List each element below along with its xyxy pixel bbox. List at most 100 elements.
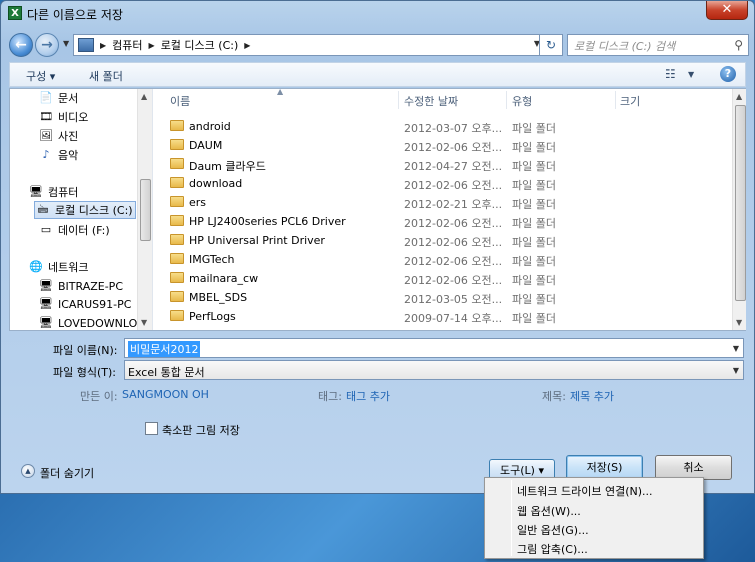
chevron-down-icon[interactable]: ▼	[733, 366, 739, 375]
file-type: 파일 폴더	[512, 141, 556, 154]
column-divider[interactable]	[615, 91, 616, 109]
save-thumbnail-label[interactable]: 축소판 그림 저장	[162, 422, 240, 438]
file-row[interactable]: HP LJ2400series PCL6 Driver 2012-02-06 오전…	[160, 212, 730, 231]
column-header-name[interactable]: 이름	[170, 93, 190, 109]
filetype-select[interactable]: Excel 통합 문서 ▼	[124, 360, 744, 380]
new-folder-button[interactable]: 새 폴더	[89, 68, 123, 84]
nav-data-drive[interactable]: ▭ 데이터 (F:)	[38, 221, 110, 239]
nav-scrollbar[interactable]: ▲ ▼	[137, 89, 152, 330]
file-row[interactable]: IMGTech 2012-02-06 오전... 파일 폴더	[160, 250, 730, 269]
nav-pc-icarus[interactable]: 🖥 ICARUS91-PC	[38, 295, 131, 313]
file-name: IMGTech	[189, 253, 235, 266]
nav-pc-lovedownload[interactable]: 🖥 LOVEDOWNLOA	[38, 314, 145, 330]
breadcrumb-local-disk[interactable]: 로컬 디스크 (C:)	[161, 37, 239, 53]
view-options-icon[interactable]: ☷	[665, 67, 676, 81]
nav-documents[interactable]: 📄 문서	[38, 89, 78, 107]
help-icon[interactable]: ?	[720, 66, 736, 82]
file-row[interactable]: download 2012-02-06 오전... 파일 폴더	[160, 174, 730, 193]
forward-button[interactable]: →	[35, 33, 59, 57]
file-type: 파일 폴더	[512, 179, 556, 192]
nav-pictures[interactable]: 🖼 사진	[38, 127, 78, 145]
hide-folders-button[interactable]: 폴더 숨기기	[40, 465, 94, 481]
chevron-right-icon[interactable]: ▶	[100, 41, 106, 50]
folder-icon	[170, 234, 184, 245]
scroll-down-icon[interactable]: ▼	[141, 318, 147, 327]
file-name: android	[189, 120, 231, 133]
menu-item-web-options[interactable]: 웹 옵션(W)...	[517, 503, 581, 519]
file-row[interactable]: Daum 클라우드 2012-04-27 오전... 파일 폴더	[160, 155, 730, 174]
nav-network[interactable]: 🌐 네트워크	[28, 258, 88, 276]
nav-item-label: 사진	[58, 130, 79, 143]
chevron-up-icon[interactable]: ▲	[21, 464, 35, 478]
organize-menu[interactable]: 구성 ▾	[26, 68, 55, 84]
save-form: 파일 이름(N): 비밀문서2012 ▼ 파일 형식(T): Excel 통합 …	[9, 332, 746, 492]
file-row[interactable]: PerfLogs 2009-07-14 오후... 파일 폴더	[160, 307, 730, 326]
filename-value: 비밀문서2012	[128, 341, 201, 357]
file-name: DAUM	[189, 139, 223, 152]
search-input[interactable]: 로컬 디스크 (C:) 검색 ⚲	[567, 34, 749, 56]
folder-icon	[170, 310, 184, 321]
address-bar[interactable]: ▶ 컴퓨터 ▶ 로컬 디스크 (C:) ▶ ▼	[73, 34, 547, 56]
author-value[interactable]: SANGMOON OH	[122, 388, 209, 401]
breadcrumb-computer[interactable]: 컴퓨터	[112, 37, 142, 53]
column-divider[interactable]	[398, 91, 399, 109]
file-row[interactable]: android 2012-03-07 오후... 파일 폴더	[160, 117, 730, 136]
network-icon: 🌐	[29, 260, 43, 273]
file-date: 2012-02-06 오전...	[404, 217, 503, 230]
tags-label: 태그:	[318, 390, 342, 403]
file-row[interactable]: mailnara_cw 2012-02-06 오전... 파일 폴더	[160, 269, 730, 288]
drive-icon: ▭	[40, 223, 52, 236]
title-add-link[interactable]: 제목 추가	[570, 388, 614, 404]
column-header-type[interactable]: 유형	[512, 93, 532, 109]
file-name: MBEL_SDS	[189, 291, 248, 304]
column-header-modified[interactable]: 수정한 날짜	[404, 93, 458, 109]
file-row[interactable]: ers 2012-02-21 오후... 파일 폴더	[160, 193, 730, 212]
close-button[interactable]: ✕	[706, 1, 748, 20]
scroll-up-icon[interactable]: ▲	[736, 92, 742, 101]
menu-item-compress-pictures[interactable]: 그림 압축(C)...	[517, 541, 588, 557]
nav-computer[interactable]: 🖥 컴퓨터	[28, 183, 78, 201]
scroll-thumb[interactable]	[735, 105, 746, 301]
nav-item-label: 로컬 디스크 (C:)	[55, 204, 133, 217]
view-dropdown-icon[interactable]: ▼	[688, 70, 694, 79]
nav-item-label: 비디오	[58, 111, 89, 124]
title-label: 제목:	[542, 390, 566, 403]
tags-add-link[interactable]: 태그 추가	[346, 388, 390, 404]
menu-item-map-network-drive[interactable]: 네트워크 드라이브 연결(N)...	[517, 483, 653, 499]
nav-music[interactable]: ♪ 음악	[38, 146, 78, 164]
nav-video[interactable]: 🎞 비디오	[38, 108, 88, 126]
nav-pc-bitraze[interactable]: 🖥 BITRAZE-PC	[38, 277, 123, 295]
chevron-down-icon[interactable]: ▼	[733, 344, 739, 353]
filename-label: 파일 이름(N):	[53, 344, 118, 357]
file-row[interactable]: HP Universal Print Driver 2012-02-06 오전..…	[160, 231, 730, 250]
scroll-thumb[interactable]	[140, 179, 151, 241]
back-button[interactable]: ←	[9, 33, 33, 57]
save-thumbnail-checkbox[interactable]	[145, 422, 158, 435]
file-type: 파일 폴더	[512, 293, 556, 306]
file-row[interactable]: MBEL_SDS 2012-03-05 오전... 파일 폴더	[160, 288, 730, 307]
menu-item-general-options[interactable]: 일반 옵션(G)...	[517, 522, 589, 538]
file-date: 2012-02-21 오후...	[404, 198, 503, 211]
file-row[interactable]: DAUM 2012-02-06 오전... 파일 폴더	[160, 136, 730, 155]
scroll-up-icon[interactable]: ▲	[141, 92, 147, 101]
column-header-size[interactable]: 크기	[620, 93, 640, 109]
chevron-right-icon[interactable]: ▶	[244, 41, 250, 50]
history-dropdown-icon[interactable]: ▼	[63, 39, 69, 48]
folder-icon	[170, 177, 184, 188]
nav-item-label: 컴퓨터	[48, 186, 79, 199]
filename-field[interactable]: 비밀문서2012 ▼	[124, 338, 744, 358]
chevron-right-icon[interactable]: ▶	[149, 41, 155, 50]
browser-pane: 📄 문서 🎞 비디오 🖼 사진 ♪ 음악 🖥 컴퓨터 🖮 로컬 디스크 (C:)…	[9, 88, 746, 331]
file-list-scrollbar[interactable]: ▲ ▼	[732, 89, 746, 330]
refresh-button[interactable]: ↻	[539, 34, 563, 56]
column-divider[interactable]	[506, 91, 507, 109]
search-icon[interactable]: ⚲	[734, 38, 743, 52]
file-date: 2012-02-06 오전...	[404, 236, 503, 249]
file-list: ▲ 이름 수정한 날짜 유형 크기 android 2012-03-07 오후..…	[160, 89, 732, 330]
file-name: mailnara_cw	[189, 272, 259, 285]
folder-icon	[170, 139, 184, 150]
file-date: 2012-03-05 오전...	[404, 293, 503, 306]
documents-icon: 📄	[39, 91, 53, 104]
nav-local-disk[interactable]: 🖮 로컬 디스크 (C:)	[34, 201, 136, 219]
scroll-down-icon[interactable]: ▼	[736, 318, 742, 327]
